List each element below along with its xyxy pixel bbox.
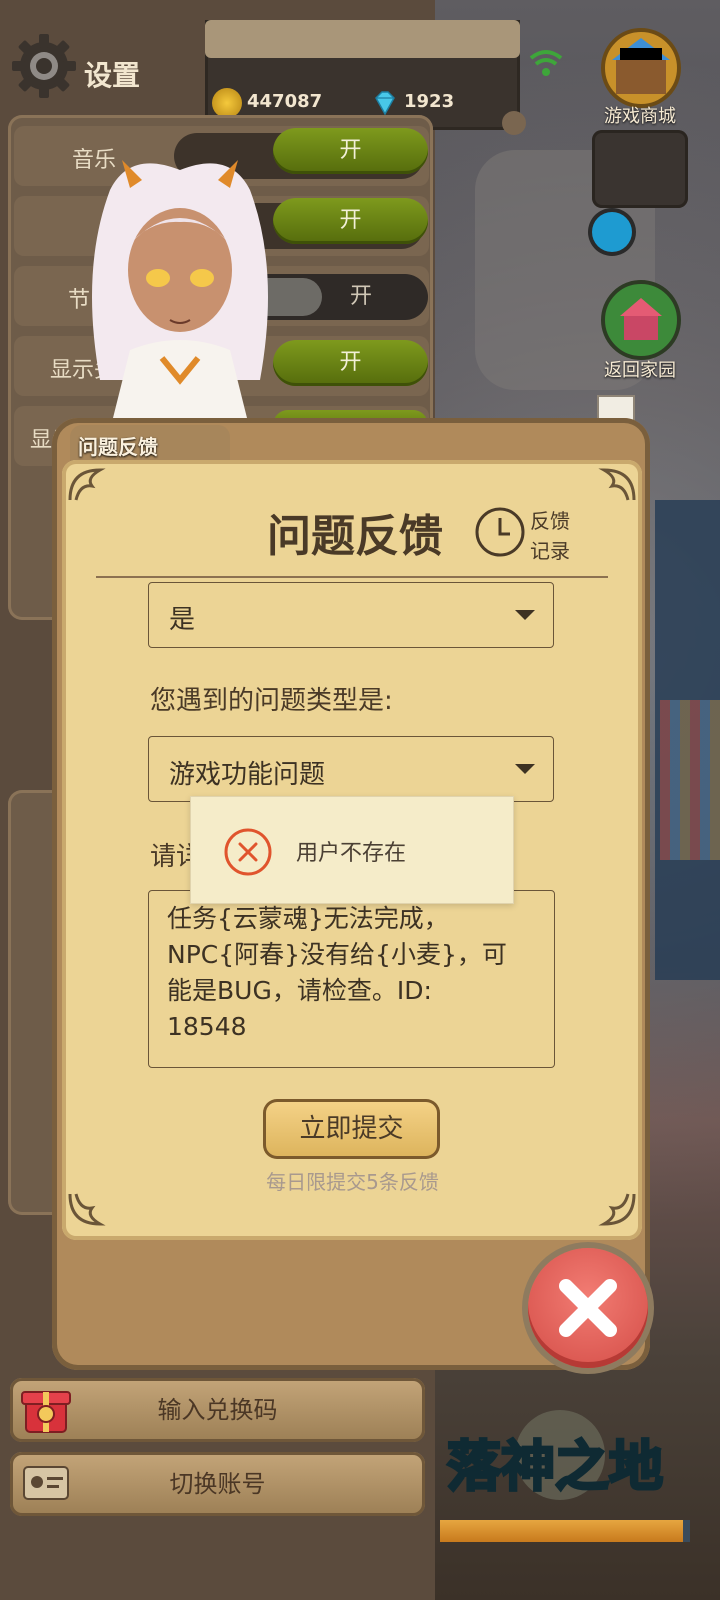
caret-down-icon — [515, 610, 535, 620]
gem-count: 1923 — [404, 91, 455, 112]
home-label: 返回家园 — [604, 360, 676, 381]
ornament-corner-icon — [598, 1193, 636, 1226]
progress-fill — [440, 1520, 683, 1542]
problem-type-select[interactable]: 游戏功能问题 — [148, 736, 554, 802]
question-type-label: 您遇到的问题类型是: — [150, 686, 393, 716]
toast-message: 用户不存在 — [296, 841, 407, 866]
select-value: 是 — [169, 605, 196, 635]
dialog-title: 问题反馈 — [267, 511, 443, 562]
side-slot — [592, 130, 688, 208]
gear-icon — [12, 34, 76, 98]
dialog-tab-label: 问题反馈 — [78, 435, 158, 459]
close-dialog-button[interactable] — [528, 1248, 648, 1368]
ornament-corner-icon — [68, 1193, 106, 1226]
sound-toggle[interactable]: 开 — [273, 198, 428, 244]
clock-icon — [475, 507, 525, 557]
character-portrait — [92, 160, 268, 430]
return-home-button[interactable]: 返回家园 — [594, 270, 688, 381]
wifi-icon — [529, 50, 563, 76]
switch-account-button[interactable]: 切换账号 — [10, 1452, 425, 1516]
game-logo: 落神之地 — [440, 1410, 670, 1520]
gift-icon — [21, 1391, 71, 1433]
show-head-toggle[interactable]: 开 — [273, 340, 428, 386]
close-icon — [559, 1279, 617, 1337]
music-toggle[interactable]: 开 — [273, 128, 428, 174]
blue-orb-icon[interactable] — [592, 212, 632, 252]
coin-icon — [212, 88, 242, 118]
home-icon — [601, 280, 681, 360]
feedback-history-button[interactable]: 反馈记录 — [472, 504, 582, 564]
ornament-corner-icon — [68, 468, 106, 501]
history-label: 反馈记录 — [530, 509, 570, 563]
scene-books — [660, 700, 720, 860]
shop-label: 游戏商城 — [604, 106, 676, 127]
currency-bar-top — [205, 20, 520, 58]
caret-down-icon — [515, 764, 535, 774]
submit-button[interactable]: 立即提交 — [263, 1099, 440, 1159]
shop-icon — [601, 28, 681, 108]
redeem-code-button[interactable]: 输入兑换码 — [10, 1378, 425, 1442]
diamond-icon — [375, 91, 395, 116]
settings-title: 设置 — [84, 59, 141, 92]
account-card-icon — [23, 1466, 69, 1500]
daily-limit-note: 每日限提交5条反馈 — [266, 1170, 439, 1194]
ornament-corner-icon — [598, 468, 636, 501]
game-shop-button[interactable]: 游戏商城 — [594, 20, 688, 130]
loading-progress-bar — [440, 1520, 690, 1542]
title-divider — [96, 576, 608, 578]
coin-count: 447087 — [247, 91, 323, 112]
toggle-state: 开 — [350, 284, 373, 309]
yes-no-select[interactable]: 是 — [148, 582, 554, 648]
error-toast: 用户不存在 — [190, 796, 514, 904]
logo-text: 落神之地 — [447, 1435, 663, 1498]
select-value: 游戏功能问题 — [169, 760, 326, 790]
collapse-chevron-icon[interactable] — [502, 111, 526, 135]
logo-art: 落神之地 — [446, 1410, 665, 1500]
error-circle-icon — [224, 828, 272, 876]
description-textarea[interactable]: 任务{云蒙魂}无法完成， NPC{阿春}没有给{小麦}，可 能是BUG，请检查。… — [148, 890, 555, 1068]
